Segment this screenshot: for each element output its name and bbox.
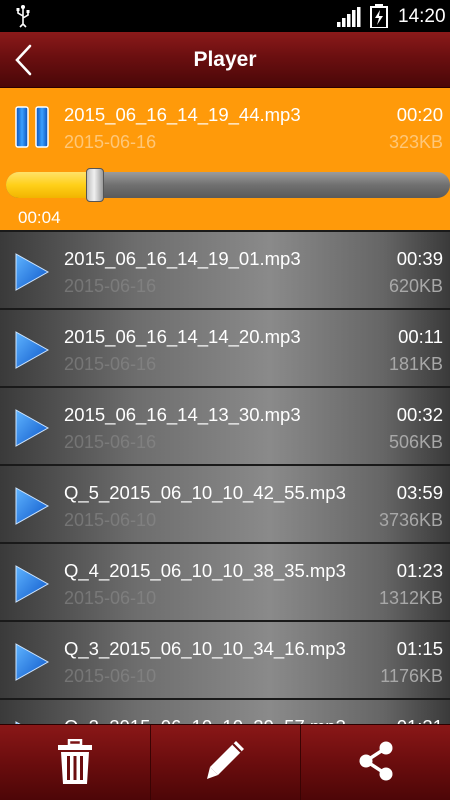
file-size: 1176KB (380, 666, 443, 686)
recording-list[interactable]: 2015_06_16_14_19_44.mp3 2015-06-16 00:20… (0, 88, 450, 724)
play-icon[interactable] (14, 252, 50, 292)
file-name: 2015_06_16_14_14_20.mp3 (64, 326, 301, 347)
clock: 14:20 (398, 6, 446, 27)
file-duration: 00:20 (396, 104, 443, 125)
file-duration: 03:59 (396, 482, 443, 503)
list-item[interactable]: Q_4_2015_06_10_10_38_35.mp3 2015-06-10 01:… (0, 544, 450, 622)
file-name: 2015_06_16_14_19_01.mp3 (64, 248, 301, 269)
file-duration: 01:21 (397, 716, 443, 724)
file-duration: 00:11 (398, 326, 443, 347)
play-icon[interactable] (14, 408, 50, 448)
file-date: 2015-06-10 (64, 666, 157, 686)
signal-icon (337, 7, 361, 27)
app-header: Player (0, 32, 450, 88)
list-item[interactable]: Q_5_2015_06_10_10_42_55.mp3 2015-06-10 03:… (0, 466, 450, 544)
file-date: 2015-06-16 (64, 276, 157, 296)
file-name: Q_2_2015_06_10_10_29_57.mp3 (64, 716, 346, 724)
file-name: Q_4_2015_06_10_10_38_35.mp3 (64, 560, 346, 581)
status-bar: 14:20 (0, 0, 450, 32)
seek-bar-thumb[interactable] (85, 168, 104, 202)
list-item[interactable]: Q_2_2015_06_10_10_29_57.mp32015-06-1001:… (0, 700, 450, 724)
file-duration: 01:23 (396, 560, 443, 581)
seek-bar[interactable] (6, 168, 450, 202)
play-icon[interactable] (14, 564, 50, 604)
page-title: Player (193, 48, 257, 71)
file-name: Q_3_2015_06_10_10_34_16.mp3 (64, 638, 346, 659)
file-date: 2015-06-16 (64, 132, 157, 152)
pencil-icon (207, 741, 244, 779)
usb-icon (16, 5, 30, 28)
elapsed-time: 00:04 (18, 208, 61, 227)
file-size: 506KB (388, 432, 443, 452)
file-name: 2015_06_16_14_13_30.mp3 (64, 404, 301, 425)
file-size: 1312KB (378, 588, 443, 608)
play-icon[interactable] (14, 486, 50, 526)
file-name: Q_5_2015_06_10_10_42_55.mp3 (64, 482, 346, 503)
share-icon (359, 741, 393, 781)
file-name: 2015_06_16_14_19_44.mp3 (64, 104, 301, 125)
rename-button[interactable] (150, 725, 300, 800)
list-item[interactable]: 2015_06_16_14_14_20.mp3 2015-06-16 00:11 18… (0, 310, 450, 388)
delete-button[interactable] (0, 725, 150, 800)
play-icon[interactable] (14, 330, 50, 370)
list-item-playing[interactable]: 2015_06_16_14_19_44.mp3 2015-06-16 00:20… (0, 88, 450, 232)
seek-bar-fill (6, 172, 95, 198)
play-icon[interactable] (14, 642, 50, 682)
list-item[interactable]: 2015_06_16_14_19_01.mp3 2015-06-16 00:39 62… (0, 232, 450, 310)
file-date: 2015-06-10 (64, 510, 157, 530)
file-date: 2015-06-16 (64, 432, 157, 452)
file-date: 2015-06-10 (64, 588, 157, 608)
file-size: 323KB (388, 132, 443, 152)
bottom-toolbar (0, 724, 450, 800)
file-duration: 00:39 (396, 248, 443, 269)
file-size: 620KB (388, 276, 443, 296)
list-item[interactable]: 2015_06_16_14_13_30.mp3 2015-06-16 00:32 50… (0, 388, 450, 466)
share-button[interactable] (300, 725, 450, 800)
trash-icon (58, 739, 92, 784)
file-duration: 01:15 (396, 638, 443, 659)
file-size: 3736KB (378, 510, 443, 530)
list-item[interactable]: Q_3_2015_06_10_10_34_16.mp3 2015-06-10 01:… (0, 622, 450, 700)
battery-charging-icon (370, 4, 388, 28)
pause-icon[interactable] (14, 106, 50, 148)
file-date: 2015-06-16 (64, 354, 157, 374)
file-duration: 00:32 (396, 404, 443, 425)
file-size: 181KB (388, 354, 443, 374)
